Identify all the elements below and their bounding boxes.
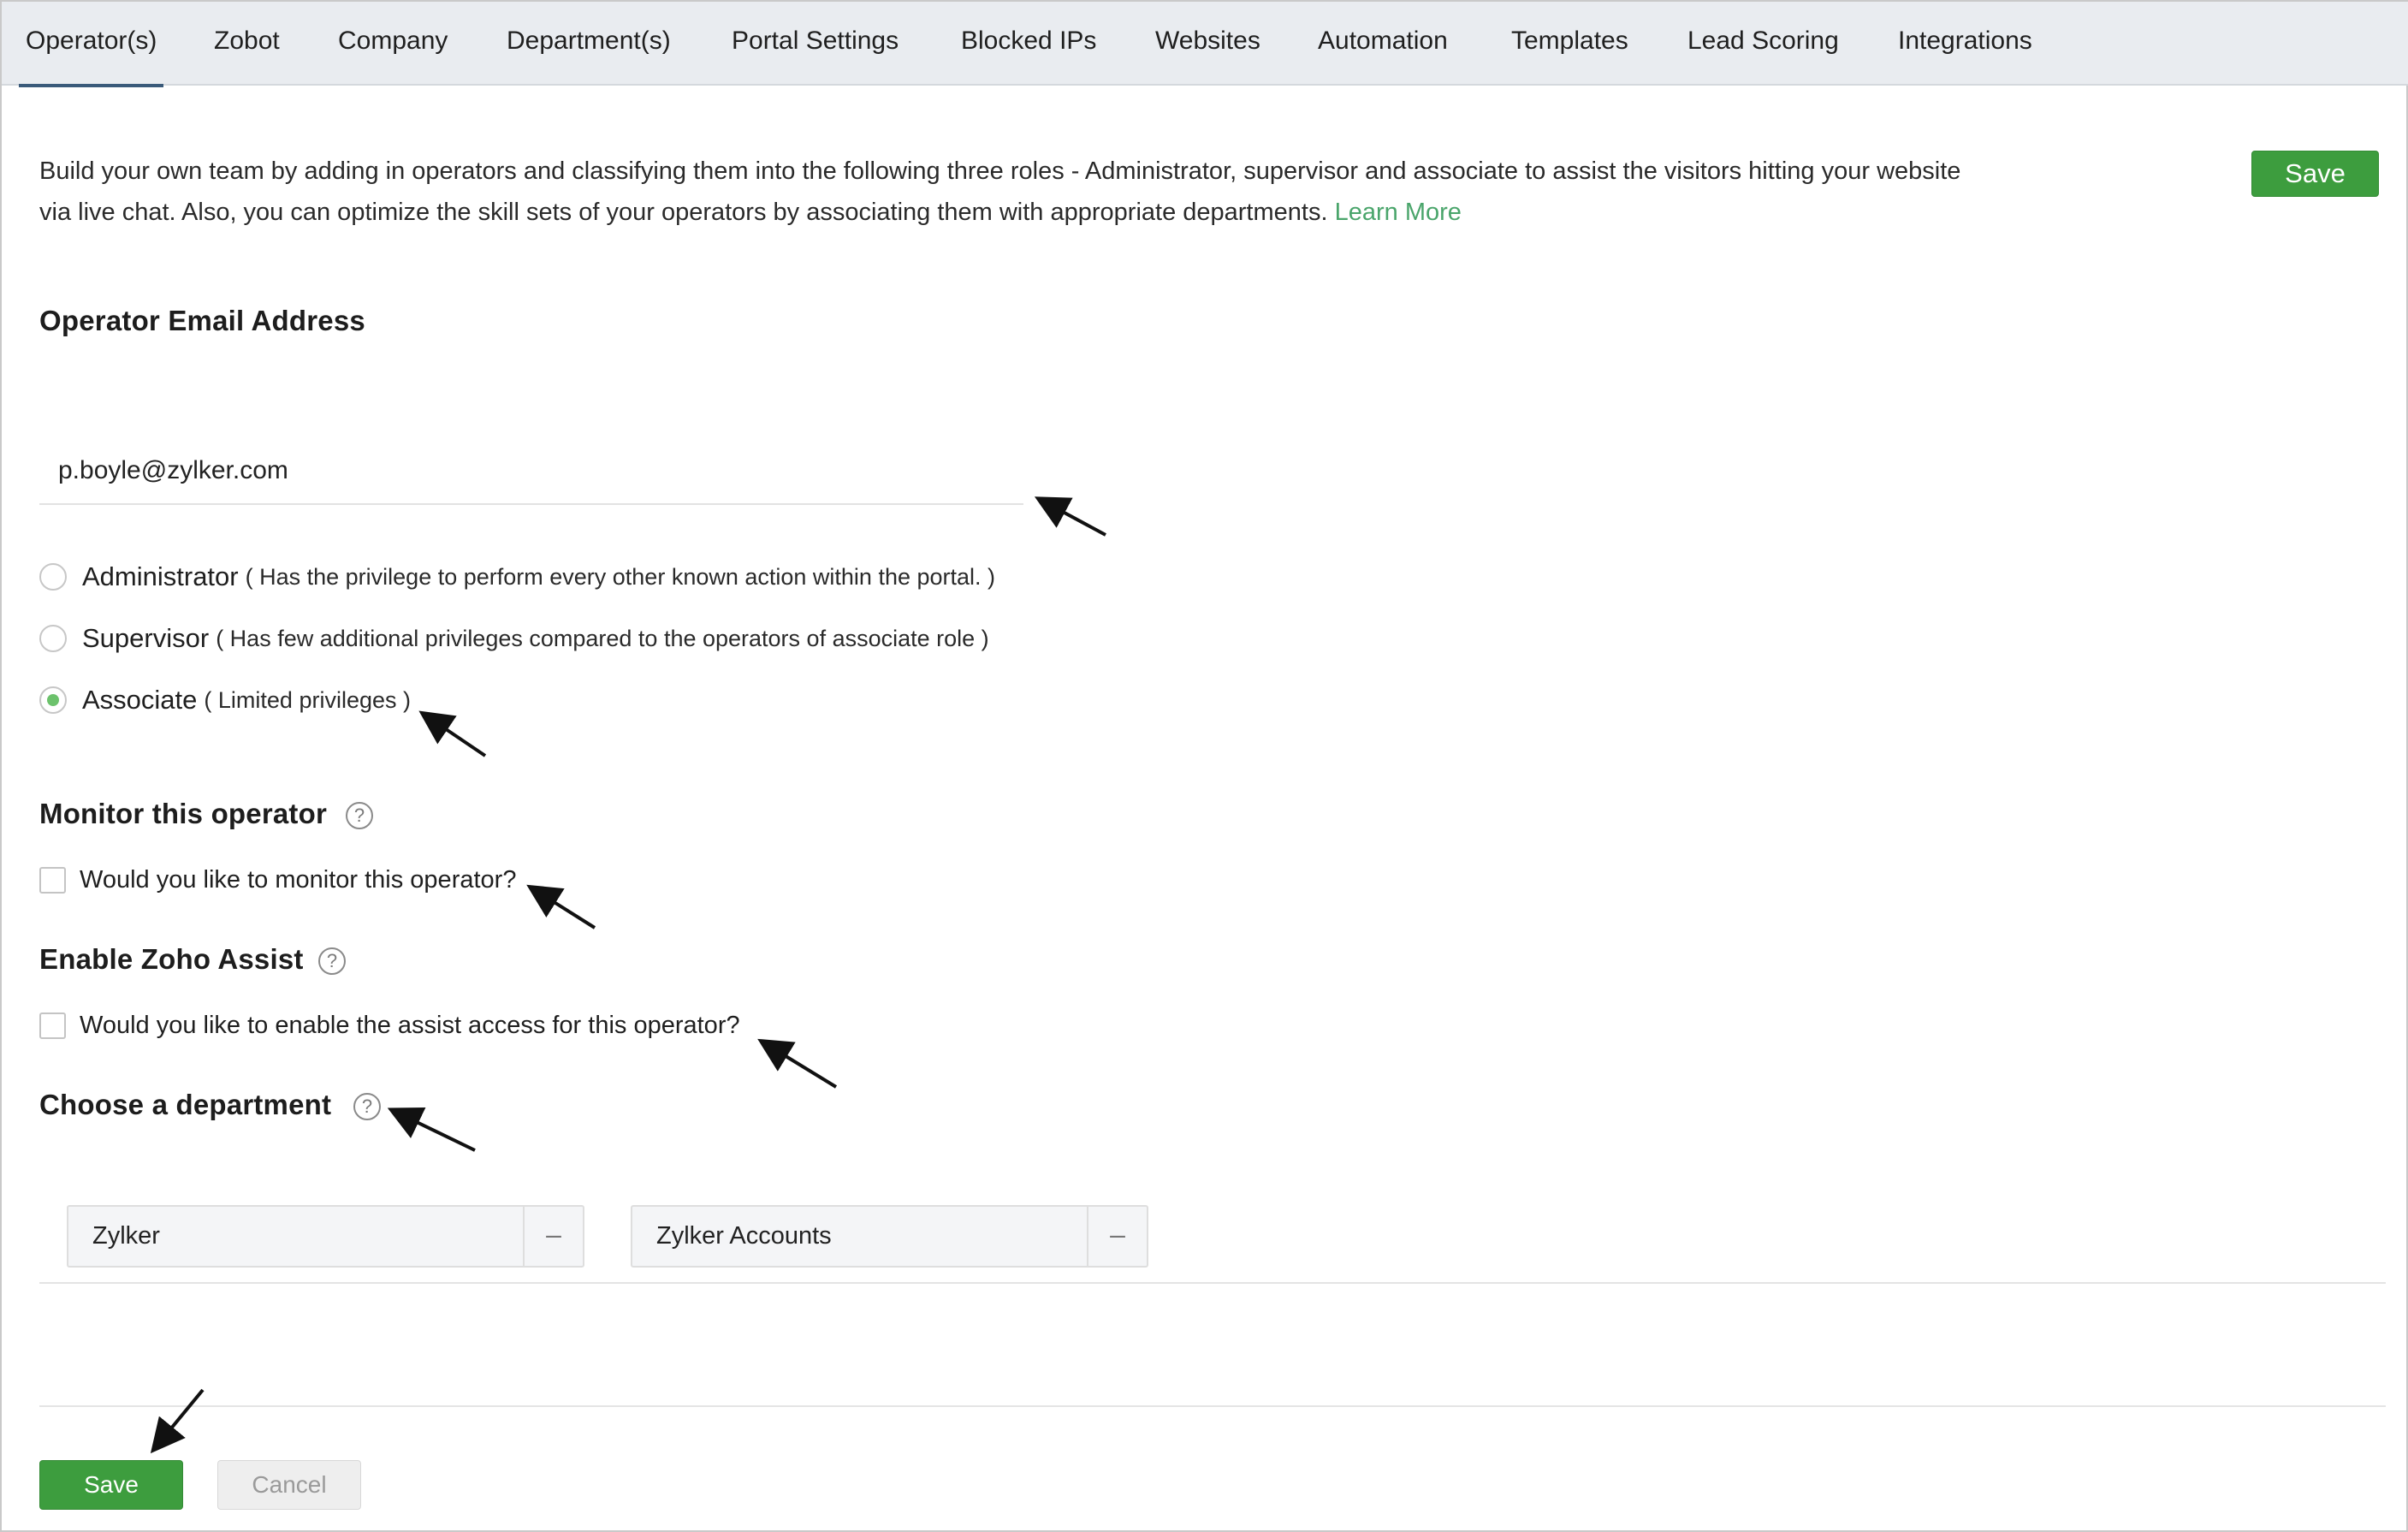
supervisor-radio[interactable] [39,625,67,652]
arrow-to-department [387,1107,476,1152]
remove-department-button[interactable]: – [523,1207,583,1266]
remove-department-button[interactable]: – [1087,1207,1147,1266]
operator-email-input[interactable] [39,438,1023,505]
supervisor-label: Supervisor [82,623,210,653]
department-name: Zylker [92,1222,160,1250]
tab-blocked-ips[interactable]: Blocked IPs [961,2,1096,86]
department-chip: Zylker Accounts – [631,1205,1148,1268]
operator-email-title: Operator Email Address [39,305,365,336]
intro-text: Build your own team by adding in operato… [39,157,1961,226]
cancel-button[interactable]: Cancel [217,1460,361,1510]
monitor-operator-checkbox[interactable] [39,866,66,894]
header-save-button[interactable]: Save [2251,151,2379,197]
zoho-assist-checkbox[interactable] [39,1012,66,1039]
monitor-operator-label: Would you like to monitor this operator? [80,865,517,894]
supervisor-description: ( Has few additional privileges compared… [216,625,989,651]
arrow-to-assist [757,1038,838,1089]
role-associate-option[interactable]: Associate ( Limited privileges ) [39,683,411,717]
tab-zobot[interactable]: Zobot [214,2,280,86]
save-button[interactable]: Save [39,1460,183,1510]
arrow-to-email [1034,496,1106,537]
associate-label: Associate [82,685,198,715]
role-administrator-option[interactable]: Administrator ( Has the privilege to per… [39,560,995,594]
zoho-assist-option[interactable]: Would you like to enable the assist acce… [39,1010,740,1041]
arrow-to-associate [418,710,487,757]
tab-company[interactable]: Company [338,2,448,86]
tab-websites[interactable]: Websites [1155,2,1260,86]
tab-integrations[interactable]: Integrations [1898,2,2032,86]
administrator-label: Administrator [82,561,239,591]
tab-departments[interactable]: Department(s) [507,2,671,86]
zoho-assist-label: Would you like to enable the assist acce… [80,1011,740,1039]
tab-templates[interactable]: Templates [1511,2,1628,86]
monitor-operator-option[interactable]: Would you like to monitor this operator? [39,864,516,895]
divider [39,1282,2386,1284]
intro-description: Build your own team by adding in operato… [39,151,1973,233]
department-help-icon[interactable]: ? [353,1093,381,1120]
settings-tab-bar: Operator(s) Zobot Company Department(s) … [2,2,2408,87]
role-supervisor-option[interactable]: Supervisor ( Has few additional privileg… [39,621,989,656]
department-name: Zylker Accounts [656,1222,832,1250]
arrow-to-save [150,1388,205,1454]
department-chip: Zylker – [67,1205,584,1268]
administrator-description: ( Has the privilege to perform every oth… [245,563,996,590]
page-frame: Operator(s) Zobot Company Department(s) … [0,0,2408,1532]
associate-description: ( Limited privileges ) [204,686,411,713]
monitor-help-icon[interactable]: ? [346,802,373,829]
tab-automation[interactable]: Automation [1318,2,1448,86]
tab-operators[interactable]: Operator(s) [18,2,164,87]
zoho-assist-title: Enable Zoho Assist [39,943,304,975]
administrator-radio[interactable] [39,563,67,591]
assist-help-icon[interactable]: ? [318,947,346,975]
monitor-operator-title: Monitor this operator [39,798,328,829]
tab-lead-scoring[interactable]: Lead Scoring [1687,2,1839,86]
arrow-to-monitor [526,884,596,929]
choose-department-title: Choose a department [39,1089,332,1120]
learn-more-link[interactable]: Learn More [1335,199,1462,226]
divider [39,1405,2386,1407]
associate-radio[interactable] [39,686,67,714]
tab-portal-settings[interactable]: Portal Settings [732,2,899,86]
